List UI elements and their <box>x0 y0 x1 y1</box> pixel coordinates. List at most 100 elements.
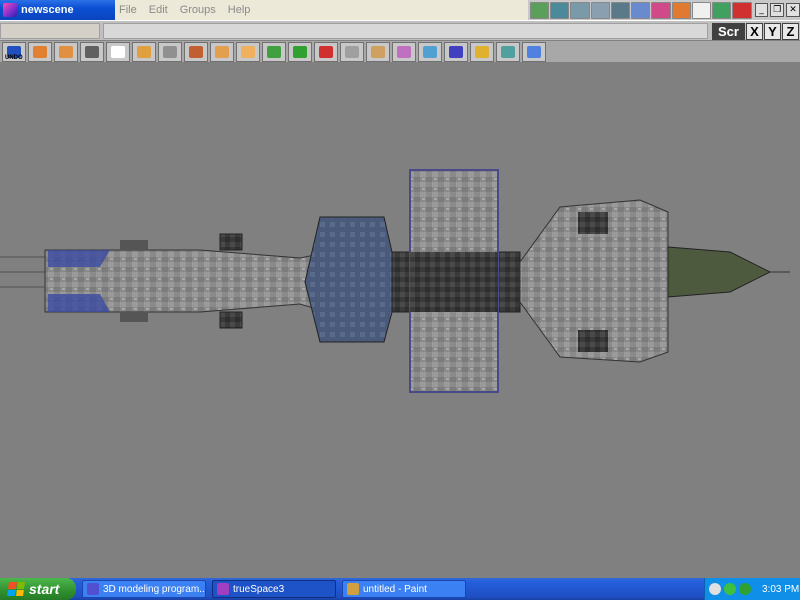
3d-tool-button[interactable] <box>522 41 546 62</box>
perspective-view-icon[interactable] <box>530 1 550 19</box>
x-axis-button[interactable]: X <box>746 23 763 40</box>
network-icon[interactable] <box>724 583 736 595</box>
y-axis-button[interactable]: Y <box>764 23 781 40</box>
material-icon[interactable] <box>651 1 671 19</box>
menu-groups[interactable]: Groups <box>180 4 216 16</box>
help-line-field <box>103 23 708 39</box>
path-tool-button[interactable] <box>340 41 364 62</box>
window-icon[interactable] <box>691 1 712 19</box>
menu-bar: File Edit Groups Help <box>115 0 528 20</box>
truespace-app-icon <box>3 3 17 17</box>
rotate-tool-button[interactable] <box>132 41 156 62</box>
top-view-icon[interactable] <box>550 1 570 19</box>
rear-vent-bottom <box>578 330 608 352</box>
undo-label: UNDO <box>5 54 23 61</box>
deform-icon <box>293 45 307 58</box>
pointer-tool-button[interactable] <box>106 41 130 62</box>
blue-panel-bottom <box>48 294 110 312</box>
deform-tool-button[interactable] <box>288 41 312 62</box>
terrain-icon <box>501 45 515 58</box>
task-label: 3D modeling program... <box>103 583 206 595</box>
paint-icon <box>371 45 385 58</box>
windows-flag-icon <box>7 582 25 596</box>
z-axis-button[interactable]: Z <box>782 23 799 40</box>
blue-panel-top <box>48 250 110 267</box>
restore-button[interactable]: ❐ <box>770 3 785 17</box>
undo-tool-button[interactable]: UNDO <box>2 41 26 62</box>
animation-icon <box>475 45 489 58</box>
spaceship-model <box>0 169 790 393</box>
turret-bottom <box>219 311 243 329</box>
screen-axis-button[interactable]: Scr <box>712 23 745 40</box>
task-app-icon <box>87 583 99 595</box>
light-tool-button[interactable] <box>314 41 338 62</box>
engine-block-top <box>120 240 148 250</box>
panel-icon[interactable] <box>712 1 732 19</box>
eye-move-icon <box>85 45 99 58</box>
task-label: trueSpace3 <box>233 583 285 595</box>
boolean-tool-button[interactable] <box>262 41 286 62</box>
tray-arrow-icon[interactable] <box>709 583 721 595</box>
task-app-icon <box>347 583 359 595</box>
boolean-icon <box>267 45 281 58</box>
menu-edit[interactable]: Edit <box>149 4 168 16</box>
path-icon <box>345 45 359 58</box>
hangar-core <box>410 252 498 312</box>
windows-taskbar: start 3D modeling program... trueSpace3 un… <box>0 578 800 600</box>
3d-icon <box>527 45 541 58</box>
render-icon[interactable] <box>671 1 691 19</box>
taskbar-button[interactable]: 3D modeling program... <box>82 580 206 598</box>
info-bar: Scr X Y Z <box>0 20 800 41</box>
home-tool-button[interactable] <box>158 41 182 62</box>
object-tool-tool-button[interactable] <box>28 41 52 62</box>
system-tray: 3:03 PM <box>704 578 800 600</box>
security-shield-icon[interactable] <box>739 583 751 595</box>
terrain-tool-button[interactable] <box>496 41 520 62</box>
sphere-icon <box>241 45 255 58</box>
material-balls-tool-button[interactable] <box>418 41 442 62</box>
taskbar-button[interactable]: trueSpace3 <box>212 580 336 598</box>
task-app-icon <box>217 583 229 595</box>
animation-tool-button[interactable] <box>470 41 494 62</box>
sphere-tool-button[interactable] <box>236 41 260 62</box>
window-title: newscene <box>21 4 74 16</box>
paint-tool-button[interactable] <box>366 41 390 62</box>
taskbar-button[interactable]: untitled - Paint <box>342 580 466 598</box>
primitive-icon <box>215 45 229 58</box>
pointer-icon <box>111 45 125 58</box>
rotate-icon <box>137 45 151 58</box>
front-view-icon[interactable] <box>570 1 590 19</box>
eye-move-tool-button[interactable] <box>80 41 104 62</box>
task-label: untitled - Paint <box>363 583 427 595</box>
grid-tool-button[interactable] <box>444 41 468 62</box>
engine-block-bottom <box>120 312 148 322</box>
box-icon <box>189 45 203 58</box>
box-tool-button[interactable] <box>184 41 208 62</box>
camera-view-icon[interactable] <box>610 1 631 19</box>
brush-tool-button[interactable] <box>392 41 416 62</box>
main-toolbar: UNDO <box>0 41 800 62</box>
render-grid-icon[interactable] <box>631 1 651 19</box>
3d-viewport[interactable] <box>0 62 800 578</box>
menu-file[interactable]: File <box>119 4 137 16</box>
minimize-button[interactable]: _ <box>754 3 769 17</box>
home-icon <box>163 45 177 58</box>
cube-icon <box>59 45 73 58</box>
title-bar: newscene <box>0 0 115 20</box>
cube-tool-button[interactable] <box>54 41 78 62</box>
grid-icon <box>449 45 463 58</box>
engine-nozzle <box>667 246 772 298</box>
left-view-icon[interactable] <box>590 1 610 19</box>
bridge-section <box>304 216 393 343</box>
turret-top <box>219 233 243 251</box>
rear-vent-top <box>578 212 608 234</box>
menu-help[interactable]: Help <box>228 4 251 16</box>
clock: 3:03 PM <box>762 583 800 595</box>
start-button[interactable]: start <box>0 578 76 600</box>
close-button[interactable]: ✕ <box>786 3 800 17</box>
object-name-field[interactable] <box>0 23 100 39</box>
help-icon[interactable] <box>732 1 752 19</box>
object-tool-icon <box>33 45 47 58</box>
primitive-tool-button[interactable] <box>210 41 234 62</box>
start-label: start <box>29 581 60 597</box>
